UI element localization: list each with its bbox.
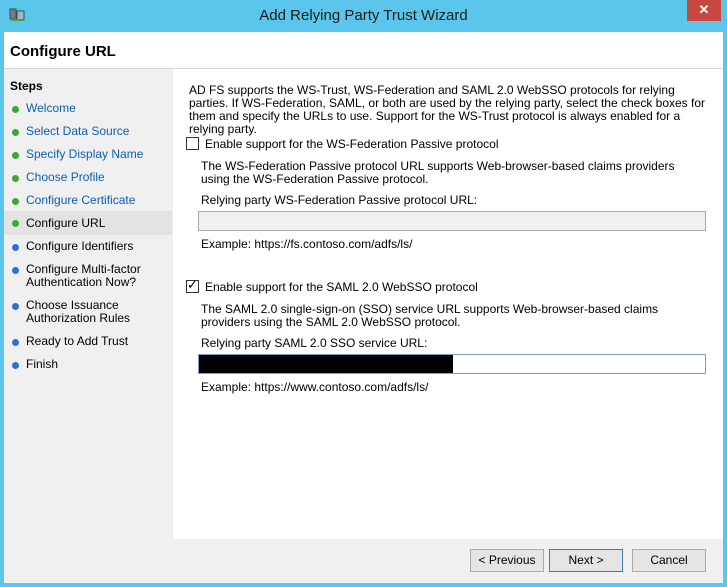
saml-checkbox-label[interactable]: Enable support for the SAML 2.0 WebSSO p… xyxy=(205,280,478,294)
window-title: Add Relying Party Trust Wizard xyxy=(259,7,468,24)
step-pending-icon xyxy=(12,303,19,310)
step-complete-icon xyxy=(12,106,19,113)
step-complete-icon xyxy=(12,152,19,159)
step-choose-issuance-rules: Choose Issuance Authorization Rules xyxy=(10,299,172,327)
step-label: Choose Profile xyxy=(26,170,105,184)
wsfed-description: The WS-Federation Passive protocol URL s… xyxy=(201,159,675,186)
content-panel: AD FS supports the WS-Trust, WS-Federati… xyxy=(173,69,723,539)
wsfed-url-field[interactable] xyxy=(198,211,706,231)
wizard-window: Add Relying Party Trust Wizard ✕ Configu… xyxy=(0,0,727,587)
page-title: Configure URL xyxy=(10,43,116,60)
wsfed-checkbox[interactable] xyxy=(186,137,199,150)
step-complete-icon xyxy=(12,175,19,182)
step-label: Ready to Add Trust xyxy=(26,334,129,348)
previous-button[interactable]: < Previous xyxy=(470,549,544,572)
step-complete-icon xyxy=(12,198,19,205)
step-configure-identifiers: Configure Identifiers xyxy=(10,240,172,256)
page-header: Configure URL xyxy=(4,32,723,69)
saml-checkbox[interactable]: ✓ xyxy=(186,277,199,293)
step-finish: Finish xyxy=(10,358,172,374)
step-welcome[interactable]: Welcome xyxy=(10,102,172,118)
step-choose-profile[interactable]: Choose Profile xyxy=(10,171,172,187)
wsfed-url-label: Relying party WS-Federation Passive prot… xyxy=(201,193,478,207)
step-complete-icon xyxy=(12,220,19,227)
step-pending-icon xyxy=(12,267,19,274)
step-label: Configure Multi-factor Authentication No… xyxy=(26,262,141,289)
step-complete-icon xyxy=(12,129,19,136)
wizard-client: Configure URL Steps Welcome Select Data … xyxy=(4,32,723,583)
next-button[interactable]: Next > xyxy=(549,549,623,572)
step-select-data-source[interactable]: Select Data Source xyxy=(10,125,172,141)
steps-heading: Steps xyxy=(10,79,43,93)
redacted-url-value xyxy=(199,355,453,373)
step-label: Welcome xyxy=(26,101,76,115)
cancel-button[interactable]: Cancel xyxy=(632,549,706,572)
step-label: Configure Identifiers xyxy=(26,239,134,253)
close-button[interactable]: ✕ xyxy=(687,0,721,21)
step-label: Configure Certificate xyxy=(26,193,136,207)
step-configure-mfa: Configure Multi-factor Authentication No… xyxy=(10,263,172,291)
button-bar: < Previous Next > Cancel xyxy=(173,539,723,583)
checkmark-icon: ✓ xyxy=(187,277,198,292)
wsfed-url-example: Example: https://fs.contoso.com/adfs/ls/ xyxy=(201,237,413,251)
step-pending-icon xyxy=(12,244,19,251)
steps-panel: Steps Welcome Select Data Source Specify… xyxy=(4,69,172,583)
saml-url-example: Example: https://www.contoso.com/adfs/ls… xyxy=(201,380,429,394)
step-label: Specify Display Name xyxy=(26,147,144,161)
step-pending-icon xyxy=(12,362,19,369)
step-ready-to-add-trust: Ready to Add Trust xyxy=(10,335,172,351)
step-specify-display-name[interactable]: Specify Display Name xyxy=(10,148,172,164)
saml-url-label: Relying party SAML 2.0 SSO service URL: xyxy=(201,336,428,350)
wsfed-checkbox-label[interactable]: Enable support for the WS-Federation Pas… xyxy=(205,137,498,151)
step-label: Finish xyxy=(26,357,59,371)
step-label: Select Data Source xyxy=(26,124,130,138)
step-label: Choose Issuance Authorization Rules xyxy=(26,298,131,325)
step-configure-url: Configure URL xyxy=(4,211,172,235)
saml-url-field[interactable] xyxy=(198,354,706,374)
step-pending-icon xyxy=(12,339,19,346)
step-label: Configure URL xyxy=(26,216,106,230)
intro-text: AD FS supports the WS-Trust, WS-Federati… xyxy=(189,83,706,136)
saml-description: The SAML 2.0 single-sign-on (SSO) servic… xyxy=(201,302,659,329)
title-bar[interactable]: Add Relying Party Trust Wizard ✕ xyxy=(0,0,727,32)
step-configure-certificate[interactable]: Configure Certificate xyxy=(10,194,172,210)
